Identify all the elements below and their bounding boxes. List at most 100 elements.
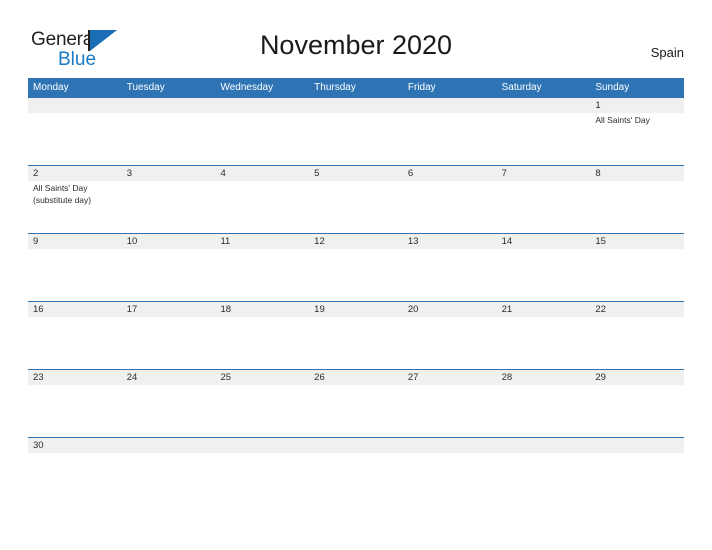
day-event [497,181,591,233]
day-number[interactable] [403,98,497,113]
day-event [28,249,122,301]
day-number[interactable] [215,438,309,453]
week-date-band: 23 24 25 26 27 28 29 [28,370,684,385]
day-event [309,181,403,233]
day-number[interactable] [590,438,684,453]
week-date-band: 1 [28,98,684,113]
day-number[interactable]: 8 [590,166,684,181]
calendar-page: General Blue November 2020 Spain Monday … [0,0,712,550]
day-number[interactable]: 12 [309,234,403,249]
day-event [590,249,684,301]
day-event [215,113,309,165]
week-event-band: All Saints' Day [28,113,684,165]
day-event [215,181,309,233]
weekday-header-wednesday: Wednesday [220,82,274,93]
day-event [497,113,591,165]
day-event [309,317,403,369]
week-event-band [28,317,684,369]
day-number[interactable] [497,98,591,113]
weekday-header-thursday: Thursday [314,82,356,93]
day-event [122,249,216,301]
day-number[interactable]: 10 [122,234,216,249]
page-header: General Blue November 2020 Spain [0,0,712,78]
country-label: Spain [650,45,684,60]
day-event [309,113,403,165]
day-event [309,249,403,301]
day-number[interactable]: 26 [309,370,403,385]
calendar-week-row: 1 All Saints' Day [28,97,684,165]
day-number[interactable] [309,438,403,453]
day-number[interactable] [28,98,122,113]
day-event [590,317,684,369]
day-event [590,181,684,233]
calendar-week-row: 30 [28,437,684,505]
day-event [122,317,216,369]
day-number[interactable]: 14 [497,234,591,249]
weekday-header-saturday: Saturday [501,82,542,93]
day-number[interactable] [122,438,216,453]
day-number[interactable] [215,98,309,113]
day-event [215,385,309,437]
week-event-band: All Saints' Day (substitute day) [28,181,684,233]
day-event [403,453,497,505]
day-number[interactable] [497,438,591,453]
weekday-header-monday: Monday [33,82,69,93]
day-number[interactable]: 25 [215,370,309,385]
day-event [590,453,684,505]
day-number[interactable]: 4 [215,166,309,181]
day-number[interactable]: 13 [403,234,497,249]
day-number[interactable] [122,98,216,113]
day-number[interactable]: 22 [590,302,684,317]
week-event-band [28,453,684,505]
day-event [403,181,497,233]
day-number[interactable]: 1 [590,98,684,113]
day-event [497,317,591,369]
day-number[interactable]: 19 [309,302,403,317]
day-event [309,385,403,437]
day-number[interactable]: 15 [590,234,684,249]
weekday-header-friday: Friday [407,82,436,93]
day-number[interactable]: 28 [497,370,591,385]
day-event [215,249,309,301]
day-number[interactable]: 27 [403,370,497,385]
day-number[interactable]: 3 [122,166,216,181]
day-number[interactable]: 24 [122,370,216,385]
day-event [403,385,497,437]
calendar-week-row: 23 24 25 26 27 28 29 [28,369,684,437]
day-number[interactable] [403,438,497,453]
day-event [122,181,216,233]
day-event [122,113,216,165]
day-number[interactable]: 2 [28,166,122,181]
day-event [497,249,591,301]
week-event-band [28,385,684,437]
week-date-band: 16 17 18 19 20 21 22 [28,302,684,317]
weekday-header-tuesday: Tuesday [126,82,165,93]
day-number[interactable]: 7 [497,166,591,181]
day-number[interactable]: 18 [215,302,309,317]
day-number[interactable]: 21 [497,302,591,317]
day-event [122,453,216,505]
day-number[interactable]: 20 [403,302,497,317]
day-event [403,113,497,165]
day-number[interactable]: 5 [309,166,403,181]
weekday-header-sunday: Sunday [595,82,630,93]
day-number[interactable]: 29 [590,370,684,385]
calendar-week-row: 16 17 18 19 20 21 22 [28,301,684,369]
day-event [28,385,122,437]
day-number[interactable]: 6 [403,166,497,181]
day-number[interactable]: 23 [28,370,122,385]
week-date-band: 9 10 11 12 13 14 15 [28,234,684,249]
page-title: November 2020 [259,30,453,60]
day-event [28,453,122,505]
day-number[interactable] [309,98,403,113]
day-event [309,453,403,505]
day-number[interactable]: 30 [28,438,122,453]
day-number[interactable]: 17 [122,302,216,317]
day-number[interactable]: 9 [28,234,122,249]
day-number[interactable]: 16 [28,302,122,317]
day-event [403,317,497,369]
day-number[interactable]: 11 [215,234,309,249]
day-event [215,453,309,505]
day-event [403,249,497,301]
day-event [215,317,309,369]
